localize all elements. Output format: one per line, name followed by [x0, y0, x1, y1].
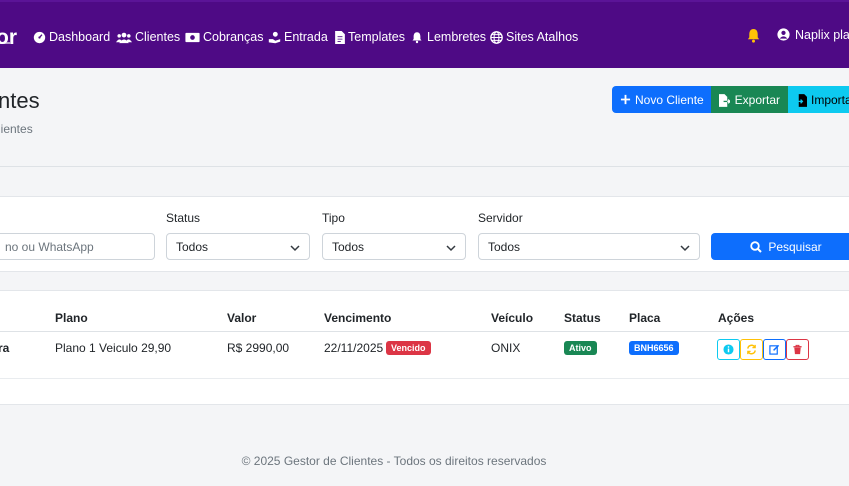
servidor-select[interactable]: Todos: [478, 233, 700, 260]
chevron-down-icon: [290, 242, 300, 252]
nav-lembretes[interactable]: Lembretes: [410, 28, 486, 46]
status-select[interactable]: Todos: [166, 233, 310, 260]
chevron-down-icon: [680, 242, 690, 252]
notification-bell-icon[interactable]: [746, 28, 762, 44]
nav-sites-atalhos[interactable]: Sites Atalhos: [489, 28, 578, 46]
status-badge: Ativo: [564, 341, 597, 355]
cell-vencimento: 22/11/2025: [324, 341, 384, 355]
bell-icon: [410, 30, 424, 44]
cell-veiculo: ONIX: [491, 341, 521, 355]
status-select-value: Todos: [176, 239, 209, 254]
edit-button[interactable]: [763, 339, 786, 360]
nav-dashboard[interactable]: Dashboard: [32, 28, 110, 46]
col-header-valor: Valor: [227, 311, 257, 325]
tipo-select[interactable]: Todos: [322, 233, 466, 260]
footer-copyright: © 2025 Gestor de Clientes - Todos os dir…: [241, 454, 547, 468]
nav-cobrancas-label: Cobranças: [203, 30, 264, 44]
file-export-icon: [719, 93, 731, 107]
user-circle-icon: [777, 28, 791, 42]
search-input[interactable]: no ou WhatsApp: [0, 233, 155, 260]
file-icon: [334, 30, 345, 44]
gauge-icon: [32, 30, 46, 44]
cell-valor: R$ 2990,00: [227, 341, 290, 355]
nav-clientes-label: Clientes: [135, 30, 181, 44]
users-icon: [115, 30, 132, 44]
new-client-button[interactable]: Novo Cliente: [612, 86, 711, 113]
brand-underline: [0, 42, 10, 44]
status-filter-label: Status: [166, 211, 201, 225]
page-title: ntes: [0, 88, 40, 113]
col-header-acoes: Ações: [718, 311, 755, 325]
search-button-label: Pesquisar: [768, 239, 822, 254]
sync-icon: [747, 344, 756, 355]
money-icon: [185, 30, 200, 44]
globe-icon: [489, 30, 503, 44]
tipo-filter-label: Tipo: [322, 211, 345, 225]
cell-plano: Plano 1 Veiculo 29,90: [55, 341, 172, 355]
import-label: Importar: [811, 92, 849, 107]
col-header-plano: Plano: [55, 311, 88, 325]
file-import-icon: [796, 93, 807, 107]
nav-entrada[interactable]: Entrada: [267, 28, 328, 46]
servidor-select-value: Todos: [488, 239, 521, 254]
page-subtitle: lientes: [0, 122, 33, 136]
user-name: Naplix play: [795, 28, 849, 42]
plate-badge: BNH6656: [629, 341, 679, 355]
overdue-badge: Vencido: [386, 341, 431, 355]
header-divider: [0, 166, 849, 167]
export-label: Exportar: [734, 92, 780, 107]
nav-templates-label: Templates: [348, 30, 405, 44]
col-header-veiculo: Veículo: [491, 311, 534, 325]
nav-clientes[interactable]: Clientes: [115, 28, 180, 46]
new-client-label: Novo Cliente: [635, 92, 704, 107]
col-header-vencimento: Vencimento: [324, 311, 392, 325]
cell-name: ra: [0, 341, 10, 355]
trash-icon: [793, 344, 802, 355]
search-button[interactable]: Pesquisar: [711, 233, 849, 260]
nav-lembretes-label: Lembretes: [427, 30, 487, 44]
top-navbar: or Dashboard Clientes Cobranças Entrada …: [0, 0, 849, 68]
plus-icon: [620, 94, 631, 106]
servidor-filter-label: Servidor: [478, 211, 523, 225]
table-header-divider: [0, 331, 849, 332]
nav-entrada-label: Entrada: [284, 30, 328, 44]
tipo-select-value: Todos: [332, 239, 365, 254]
brand-logo[interactable]: or: [0, 26, 17, 50]
chevron-down-icon: [446, 242, 456, 252]
col-header-placa: Placa: [629, 311, 661, 325]
header-actions: Novo Cliente Exportar Importar: [612, 86, 849, 113]
search-icon: [750, 240, 763, 253]
export-button[interactable]: Exportar: [711, 86, 788, 113]
col-header-status: Status: [564, 311, 601, 325]
table-row-divider: [0, 378, 849, 379]
nav-dashboard-label: Dashboard: [49, 30, 111, 44]
delete-button[interactable]: [786, 339, 809, 360]
import-button[interactable]: Importar: [788, 86, 849, 113]
edit-icon: [769, 344, 780, 355]
nav-sites-atalhos-label: Sites Atalhos: [506, 30, 579, 44]
hand-money-icon: [267, 30, 281, 44]
user-menu[interactable]: Naplix play: [777, 28, 849, 42]
nav-templates[interactable]: Templates: [334, 28, 405, 46]
info-icon: [723, 344, 734, 355]
nav-cobrancas[interactable]: Cobranças: [185, 28, 263, 46]
info-button[interactable]: [717, 339, 740, 360]
renew-button[interactable]: [740, 339, 763, 360]
